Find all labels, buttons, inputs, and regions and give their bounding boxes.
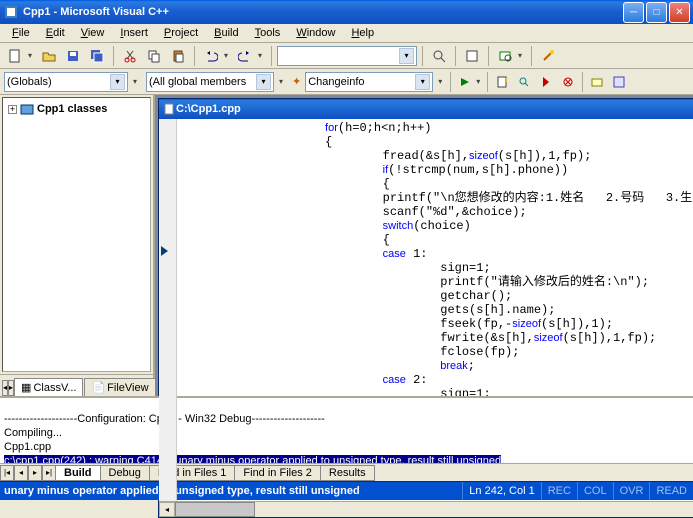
menu-help[interactable]: Help [343,25,382,41]
status-rec: REC [541,482,577,500]
undo-button[interactable] [200,45,222,67]
scope-dropdown[interactable]: ▾ [128,77,142,86]
function-combo[interactable]: Changeinfo▾ [305,72,433,92]
new-dropdown[interactable]: ▾ [28,51,36,60]
expand-icon[interactable]: + [8,105,17,114]
status-ovr: OVR [613,482,650,500]
open-button[interactable] [38,45,60,67]
tree-root-item[interactable]: + Cpp1 classes [7,102,146,116]
tab-build[interactable]: Build [55,465,101,481]
undo-dropdown[interactable]: ▾ [224,51,232,60]
save-button[interactable] [62,45,84,67]
status-position: Ln 242, Col 1 [462,482,540,500]
tab-debug[interactable]: Debug [100,465,150,481]
tab-classview[interactable]: ▦ ClassV... [14,378,83,396]
tree-root-label: Cpp1 classes [37,103,107,115]
bookmark-icon [161,246,168,256]
scope-combo[interactable]: (Globals)▾ [4,72,128,92]
redo-dropdown[interactable]: ▾ [258,51,266,60]
output-text[interactable]: --------------------Configuration: Cpp1 … [0,398,693,463]
folder-icon [20,103,34,115]
workspace-combo[interactable]: ▾ [277,46,417,66]
hscroll-thumb[interactable] [175,502,255,517]
classview-icon: ▦ [21,381,31,394]
redo-button[interactable] [234,45,256,67]
out-scroll-right[interactable]: ▸ [28,465,42,481]
tab-find2[interactable]: Find in Files 2 [234,465,320,481]
output-panel: --------------------Configuration: Cpp1 … [0,396,693,481]
window-title: Cpp1 - Microsoft Visual C++ [23,6,621,18]
main-area: + Cpp1 classes ◂ ▸ ▦ ClassV... 📄 FileVie… [0,95,693,396]
status-bar: unary minus operator applied to unsigned… [0,481,693,500]
file-icon [162,102,176,116]
wand-button[interactable] [537,45,559,67]
wizard-action-button[interactable] [535,71,557,93]
editor-title: C:\Cpp1.cpp [176,103,693,115]
wizard-toolbar: (Globals)▾ ▾ (All global members▾ ▾ ✦ Ch… [0,69,693,95]
save-all-button[interactable] [86,45,108,67]
main-titlebar: Cpp1 - Microsoft Visual C++ ─ □ ✕ [0,0,693,24]
standard-toolbar: ▾ ▾ ▾ ▾ ▾ [0,43,693,69]
output-tabs: |◂ ◂ ▸ ▸| Build Debug Find in Files 1 Fi… [0,463,693,481]
status-col: COL [577,482,613,500]
find-in-files-button[interactable] [494,45,516,67]
app-icon [3,4,19,20]
menu-bar: File Edit View Insert Project Build Tool… [0,24,693,43]
out-scroll-home[interactable]: |◂ [0,465,14,481]
function-dropdown[interactable]: ▾ [433,77,447,86]
tab-results[interactable]: Results [320,465,375,481]
menu-view[interactable]: View [73,25,113,41]
out-scroll-end[interactable]: ▸| [42,465,56,481]
menu-build[interactable]: Build [206,25,246,41]
menu-tools[interactable]: Tools [247,25,289,41]
go-dropdown[interactable]: ▾ [476,77,484,86]
out-scroll-left[interactable]: ◂ [14,465,28,481]
menu-window[interactable]: Window [288,25,343,41]
breakpoint-button[interactable] [557,71,579,93]
fileview-icon: 📄 [91,381,105,394]
status-message: unary minus operator applied to unsigned… [0,485,462,497]
scroll-left-button[interactable]: ◂ [159,502,175,517]
minimize-button[interactable]: ─ [623,2,644,23]
source-browser-button[interactable] [461,45,483,67]
wizard-new-button[interactable] [491,71,513,93]
menu-file[interactable]: File [4,25,38,41]
cut-button[interactable] [119,45,141,67]
horizontal-scrollbar[interactable]: ◂ ▸ [159,501,693,517]
paste-button[interactable] [167,45,189,67]
maximize-button[interactable]: □ [646,2,667,23]
copy-button[interactable] [143,45,165,67]
tab-fileview[interactable]: 📄 FileView [84,378,155,396]
menu-insert[interactable]: Insert [112,25,156,41]
output-button[interactable] [586,71,608,93]
workspace-tabs: ◂ ▸ ▦ ClassV... 📄 FileView [0,374,153,396]
close-button[interactable]: ✕ [669,2,690,23]
editor-gutter[interactable] [159,119,177,501]
status-read: READ [649,482,693,500]
go-button[interactable] [454,71,476,93]
find-button[interactable] [428,45,450,67]
wizard-search-button[interactable] [513,71,535,93]
menu-edit[interactable]: Edit [38,25,73,41]
new-button[interactable] [4,45,26,67]
registers-button[interactable] [608,71,630,93]
workspace-panel: + Cpp1 classes ◂ ▸ ▦ ClassV... 📄 FileVie… [0,95,155,396]
members-combo[interactable]: (All global members▾ [146,72,274,92]
mdi-area: C:\Cpp1.cpp ─ □ ✕ for(h=0;h<n;h++) { fre… [155,95,693,396]
find-in-files-dropdown[interactable]: ▾ [518,51,526,60]
editor-titlebar: C:\Cpp1.cpp ─ □ ✕ [159,99,693,119]
members-dropdown[interactable]: ▾ [274,77,288,86]
menu-project[interactable]: Project [156,25,206,41]
class-tree[interactable]: + Cpp1 classes [2,97,151,372]
